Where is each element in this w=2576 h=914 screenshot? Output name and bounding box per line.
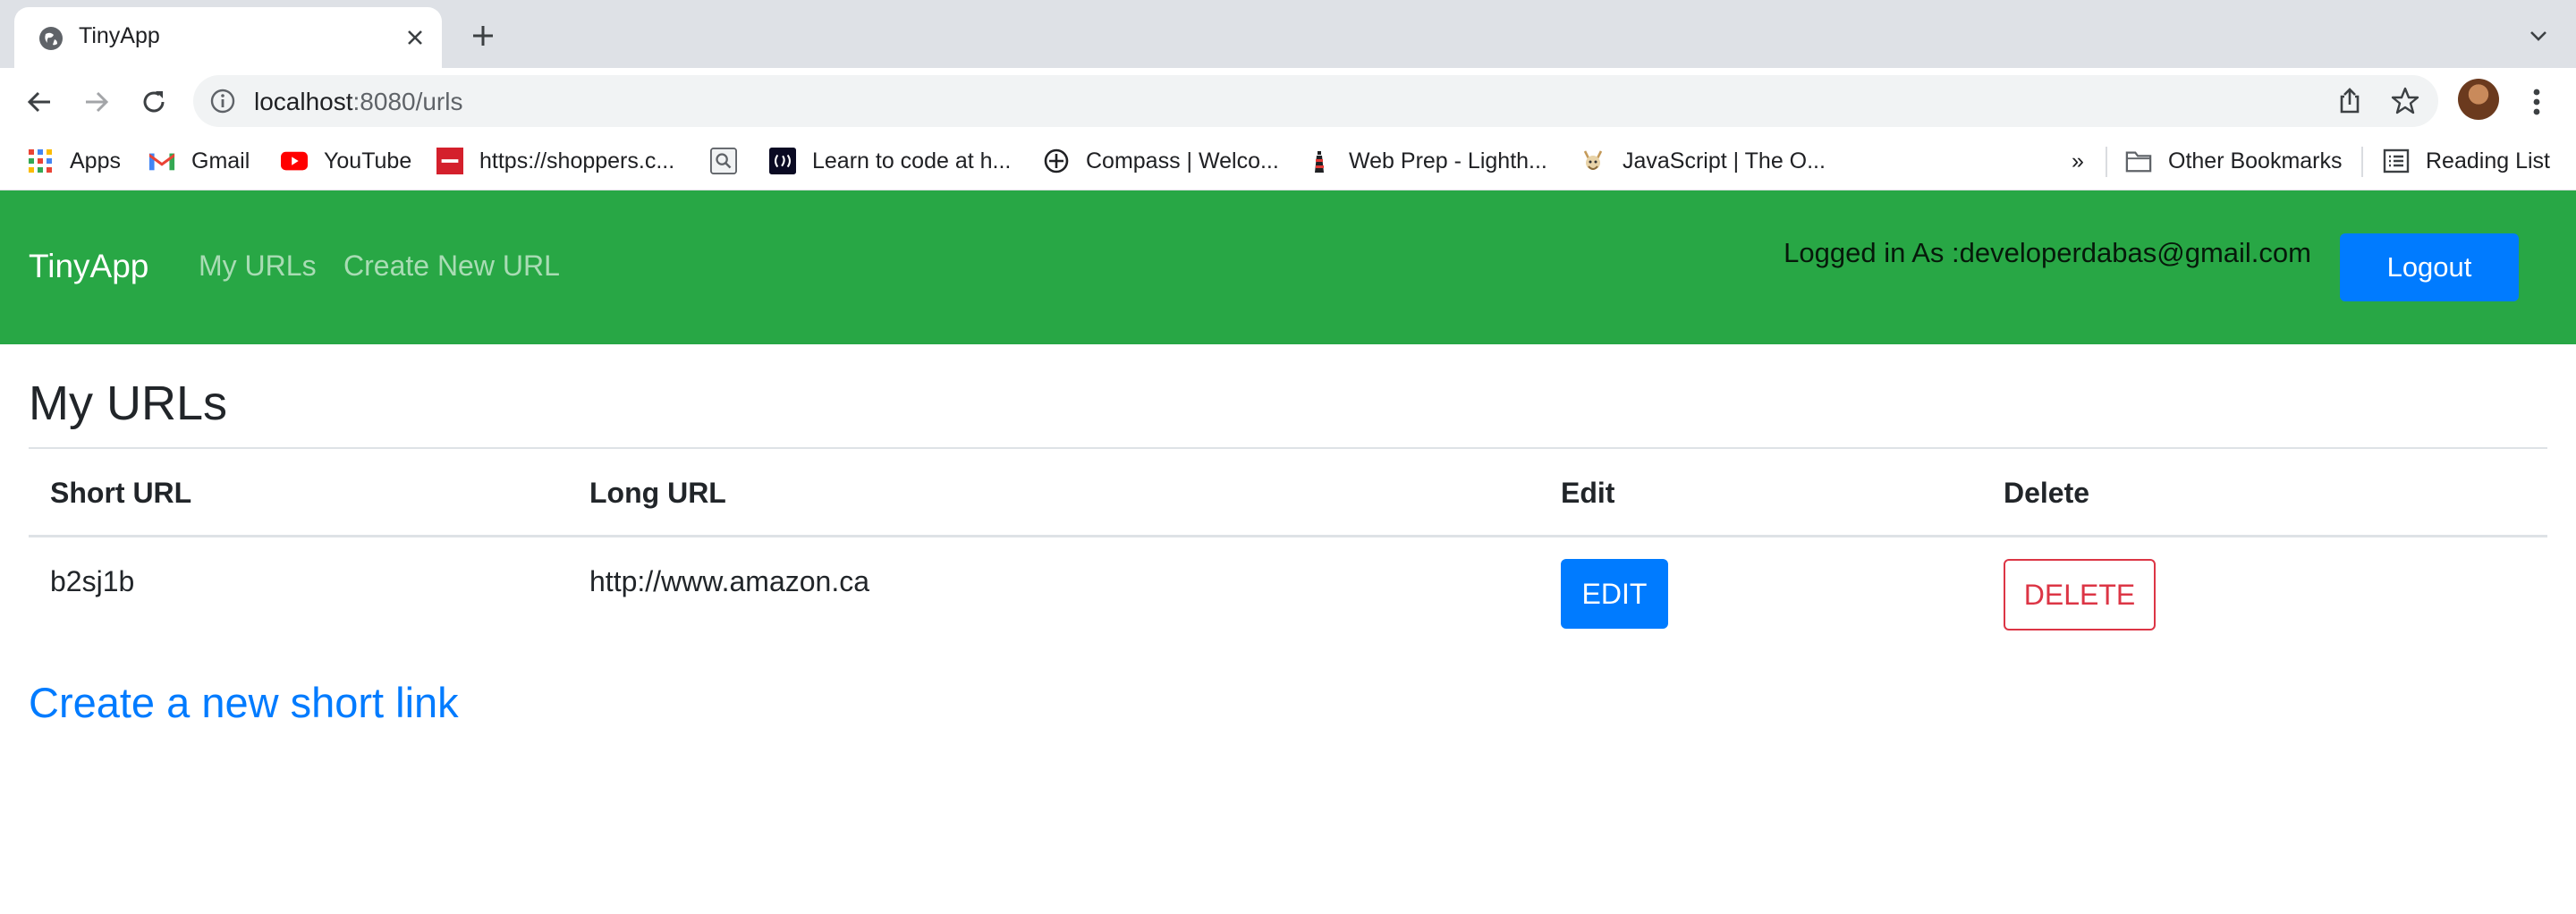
title-divider [29,447,2547,449]
bookmark-label: Gmail [191,148,250,173]
bookmark-label: Web Prep - Lighth... [1349,148,1547,173]
apps-grid-icon [27,148,54,174]
bookmark-label: https://shoppers.c... [479,148,675,173]
compass-icon [1043,148,1070,174]
bookmark-shoppers[interactable]: https://shoppers.c... [436,143,674,179]
freecodecamp-icon [769,148,796,174]
create-short-link[interactable]: Create a new short link [29,678,459,727]
logout-button[interactable]: Logout [2340,233,2519,301]
short-url-cell[interactable]: b2sj1b [50,565,134,598]
bookmark-youtube[interactable]: YouTube [281,143,411,179]
col-header-edit: Edit [1561,477,1615,509]
bookmark-odin[interactable]: JavaScript | The O... [1580,143,1826,179]
nav-my-urls[interactable]: My URLs [199,250,317,283]
new-tab-plus-icon[interactable] [465,18,501,54]
bookmarks-bar: Apps Gmail YouTube https://shoppers.c...… [0,134,2576,190]
url-text: localhost:8080/urls [254,88,462,116]
table-header-divider [29,535,2547,537]
forward-arrow-icon[interactable] [77,82,116,122]
address-bar[interactable]: localhost:8080/urls [193,75,2438,127]
url-path: :8080/urls [352,88,463,115]
nav-create-new-url[interactable]: Create New URL [343,250,560,283]
overflow-chevron: » [2072,148,2084,173]
youtube-icon [281,148,308,174]
bookmark-label: Compass | Welco... [1086,148,1279,173]
folder-icon [2125,148,2152,174]
reload-icon[interactable] [134,82,174,122]
bookmark-other-folder[interactable]: Other Bookmarks [2125,143,2343,179]
col-header-delete: Delete [2004,477,2090,509]
gmail-icon [148,148,175,174]
bookmark-divider [2361,147,2363,177]
bookmark-compass[interactable]: Compass | Welco... [1043,143,1279,179]
app-navbar: TinyApp My URLs Create New URL Logged in… [0,190,2576,344]
bookmark-divider [2106,147,2107,177]
bookmark-label: Learn to code at h... [812,148,1012,173]
browser-toolbar: localhost:8080/urls [0,68,2576,134]
tab-title: TinyApp [79,23,160,48]
long-url-cell: http://www.amazon.ca [589,565,870,597]
more-menu-icon[interactable] [2519,82,2555,122]
infor-icon [436,148,463,174]
col-header-short-url: Short URL [50,477,192,509]
share-icon[interactable] [2334,86,2365,116]
search-bookmark-icon [710,148,737,174]
bookmark-label: Apps [70,148,121,173]
bookmark-freecodecamp[interactable]: Learn to code at h... [769,143,1011,179]
close-icon[interactable] [397,20,433,55]
bookmark-label: YouTube [324,148,412,173]
reading-list-icon [2383,148,2410,174]
bookmark-label: JavaScript | The O... [1623,148,1826,173]
reading-list-button[interactable]: Reading List [2383,143,2550,179]
bookmark-label: Reading List [2426,148,2550,173]
brand-link[interactable]: TinyApp [29,248,148,285]
tab-strip: TinyApp [0,0,2576,68]
col-header-long-url: Long URL [589,477,726,509]
bookmark-apps[interactable]: Apps [27,143,121,179]
url-host: localhost [254,88,353,115]
site-info-icon[interactable] [209,88,236,114]
bookmark-star-icon[interactable] [2390,86,2420,116]
globe-icon [38,25,64,52]
bookmark-gmail[interactable]: Gmail [148,143,250,179]
chevron-down-icon[interactable] [2522,20,2555,52]
browser-tab-active[interactable]: TinyApp [14,7,442,68]
logged-in-status: Logged in As :developerdabas@gmail.com [1784,237,2311,268]
bookmark-search[interactable] [710,143,753,179]
bookmarks-overflow-button[interactable]: » [2072,143,2084,179]
delete-button[interactable]: DELETE [2004,559,2156,630]
lighthouse-icon [1306,148,1333,174]
edit-button[interactable]: EDIT [1561,559,1668,629]
bookmark-label: Other Bookmarks [2168,148,2343,173]
javascript-odin-icon [1580,148,1606,174]
back-arrow-icon[interactable] [20,82,59,122]
page-title: My URLs [29,377,228,430]
profile-avatar[interactable] [2458,79,2499,120]
bookmark-lighthouse[interactable]: Web Prep - Lighth... [1306,143,1547,179]
